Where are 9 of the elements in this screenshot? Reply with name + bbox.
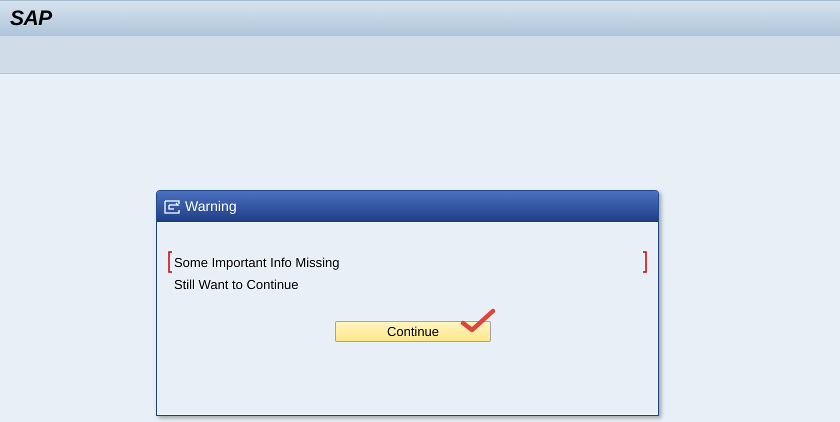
dialog-title: Warning (185, 197, 237, 216)
dialog-icon (164, 200, 181, 214)
checkmark-icon (460, 308, 496, 334)
message-text: Still Want to Continue (174, 276, 299, 294)
focus-bracket-icon (643, 251, 647, 273)
focus-bracket-icon (168, 251, 172, 273)
message-text: Some Important Info Missing (174, 254, 340, 272)
continue-button[interactable]: Continue (335, 321, 491, 342)
logo: SAP (10, 6, 52, 32)
